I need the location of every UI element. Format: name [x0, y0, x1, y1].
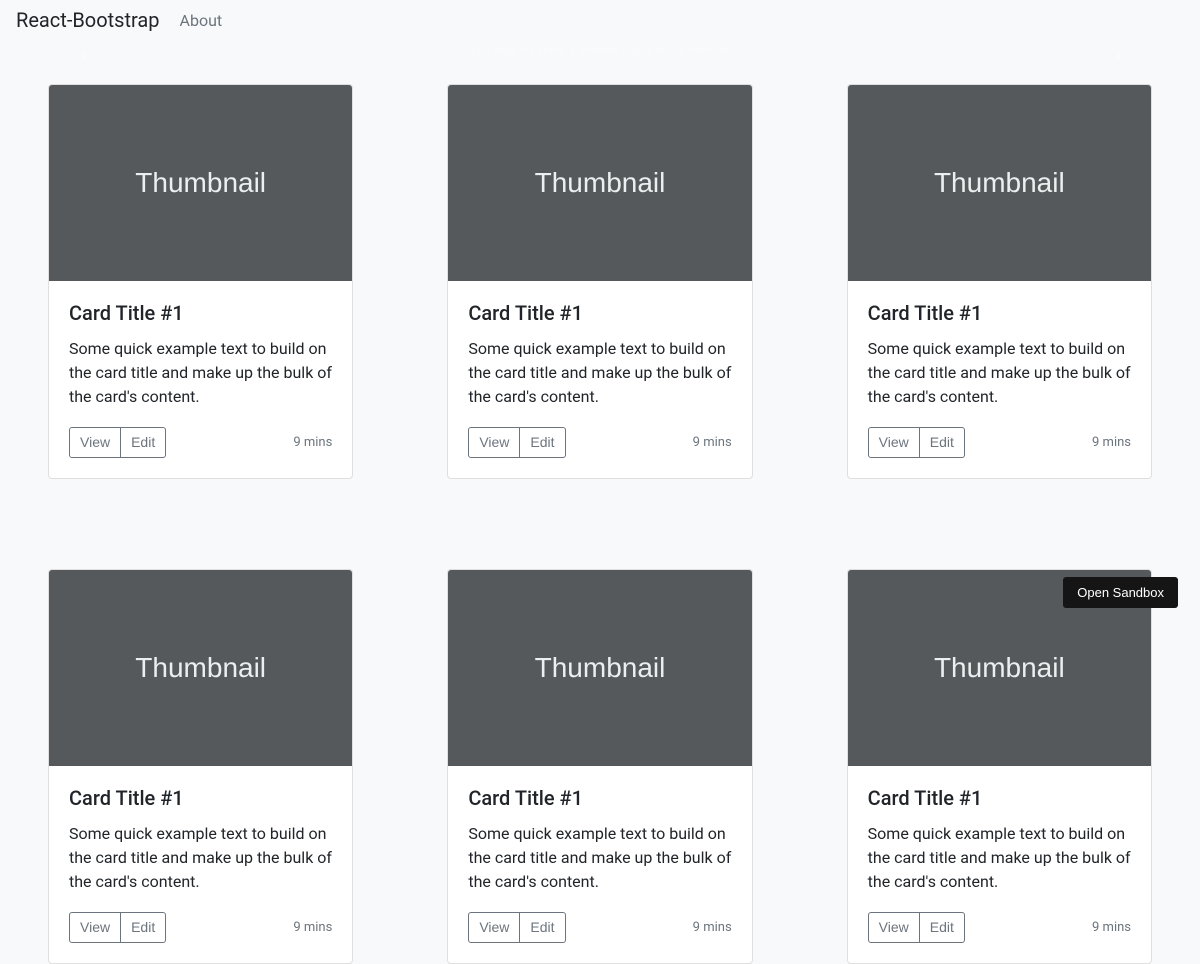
card: Thumbnail Card Title #1 Some quick examp…	[48, 569, 353, 964]
card-grid: Thumbnail Card Title #1 Some quick examp…	[0, 84, 1200, 964]
card-footer: View Edit 9 mins	[69, 427, 332, 458]
thumbnail-placeholder: Thumbnail	[448, 85, 751, 281]
nav-link-about[interactable]: About	[180, 11, 223, 30]
card: Thumbnail Card Title #1 Some quick examp…	[847, 84, 1152, 479]
carousel-caption: Nulla vitae elit libero, a pharetra augu…	[466, 44, 734, 57]
card-body: Card Title #1 Some quick example text to…	[448, 281, 751, 478]
card-title: Card Title #1	[468, 301, 731, 325]
view-button[interactable]: View	[69, 912, 121, 943]
button-group: View Edit	[868, 912, 965, 943]
view-button[interactable]: View	[468, 427, 520, 458]
navbar-brand[interactable]: React-Bootstrap	[16, 8, 160, 32]
card-body: Card Title #1 Some quick example text to…	[49, 281, 352, 478]
card-text: Some quick example text to build on the …	[69, 337, 332, 409]
card-footer: View Edit 9 mins	[868, 912, 1131, 943]
view-button[interactable]: View	[868, 427, 920, 458]
card: Thumbnail Card Title #1 Some quick examp…	[447, 84, 752, 479]
button-group: View Edit	[69, 912, 166, 943]
card-footer: View Edit 9 mins	[468, 427, 731, 458]
time-label: 9 mins	[1092, 435, 1131, 450]
edit-button[interactable]: Edit	[520, 912, 565, 943]
edit-button[interactable]: Edit	[520, 427, 565, 458]
thumbnail-placeholder: Thumbnail	[448, 570, 751, 766]
card: Thumbnail Card Title #1 Some quick examp…	[48, 84, 353, 479]
card-body: Card Title #1 Some quick example text to…	[848, 281, 1151, 478]
card-body: Card Title #1 Some quick example text to…	[49, 766, 352, 963]
button-group: View Edit	[868, 427, 965, 458]
card-body: Card Title #1 Some quick example text to…	[848, 766, 1151, 963]
button-group: View Edit	[69, 427, 166, 458]
edit-button[interactable]: Edit	[920, 912, 965, 943]
view-button[interactable]: View	[468, 912, 520, 943]
card-text: Some quick example text to build on the …	[69, 822, 332, 894]
edit-button[interactable]: Edit	[121, 427, 166, 458]
card-title: Card Title #1	[69, 786, 332, 810]
time-label: 9 mins	[693, 920, 732, 935]
card-text: Some quick example text to build on the …	[468, 337, 731, 409]
edit-button[interactable]: Edit	[121, 912, 166, 943]
thumbnail-placeholder: Thumbnail	[49, 570, 352, 766]
button-group: View Edit	[468, 912, 565, 943]
navbar: React-Bootstrap About	[0, 0, 1200, 40]
time-label: 9 mins	[293, 435, 332, 450]
card-text: Some quick example text to build on the …	[868, 337, 1131, 409]
card-footer: View Edit 9 mins	[69, 912, 332, 943]
edit-button[interactable]: Edit	[920, 427, 965, 458]
view-button[interactable]: View	[69, 427, 121, 458]
card: Thumbnail Card Title #1 Some quick examp…	[847, 569, 1152, 964]
card-title: Card Title #1	[69, 301, 332, 325]
button-group: View Edit	[468, 427, 565, 458]
view-button[interactable]: View	[868, 912, 920, 943]
card-body: Card Title #1 Some quick example text to…	[448, 766, 751, 963]
carousel-prev-icon[interactable]: ‹	[80, 43, 87, 68]
card-text: Some quick example text to build on the …	[468, 822, 731, 894]
carousel-next-icon[interactable]: ›	[1115, 43, 1122, 68]
thumbnail-placeholder: Thumbnail	[49, 85, 352, 281]
card-footer: View Edit 9 mins	[868, 427, 1131, 458]
card: Thumbnail Card Title #1 Some quick examp…	[447, 569, 752, 964]
time-label: 9 mins	[293, 920, 332, 935]
card-title: Card Title #1	[868, 301, 1131, 325]
time-label: 9 mins	[693, 435, 732, 450]
carousel: ‹ Nulla vitae elit libero, a pharetra au…	[0, 40, 1200, 70]
open-sandbox-button[interactable]: Open Sandbox	[1063, 577, 1178, 608]
card-title: Card Title #1	[468, 786, 731, 810]
card-text: Some quick example text to build on the …	[868, 822, 1131, 894]
thumbnail-placeholder: Thumbnail	[848, 85, 1151, 281]
card-title: Card Title #1	[868, 786, 1131, 810]
time-label: 9 mins	[1092, 920, 1131, 935]
card-footer: View Edit 9 mins	[468, 912, 731, 943]
